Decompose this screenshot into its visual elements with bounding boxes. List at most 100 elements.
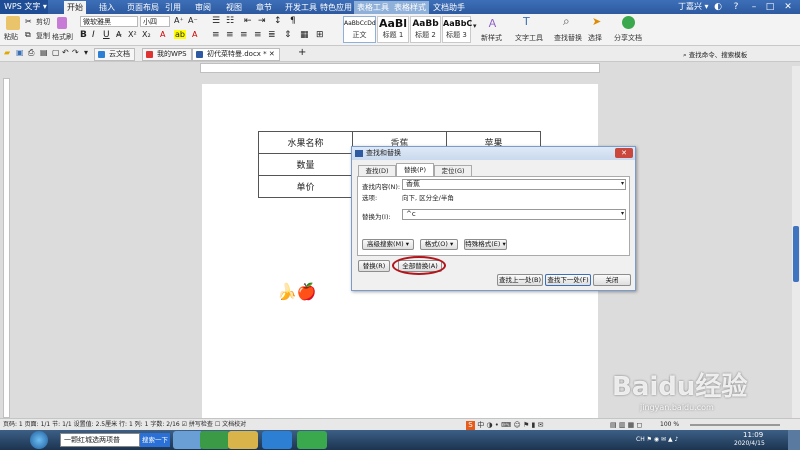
new-tab-icon[interactable]: +: [298, 47, 306, 58]
text-effect-icon[interactable]: A: [192, 30, 197, 39]
font-size-select[interactable]: 小四: [140, 16, 170, 27]
tab-chapter[interactable]: 章节: [253, 1, 275, 14]
grow-font-icon[interactable]: A⁺: [174, 16, 184, 25]
vertical-scrollbar[interactable]: [792, 66, 800, 418]
tab-table-style[interactable]: 表格样式: [391, 1, 429, 14]
italic-icon[interactable]: I: [92, 30, 95, 40]
input-method-toolbar[interactable]: S 中 ◑ • ⌨ ☺ ⚑ ▮ ✉: [466, 420, 586, 430]
tab-cloud-docs[interactable]: 云文档: [94, 48, 135, 61]
user-account[interactable]: 丁嘉兴 ▾: [678, 1, 709, 13]
tab-find[interactable]: 查找(D): [358, 165, 396, 176]
search-button[interactable]: 搜索一下: [140, 433, 170, 447]
shrink-font-icon[interactable]: A⁻: [188, 16, 198, 25]
show-desktop-button[interactable]: [788, 430, 800, 450]
open-icon[interactable]: ▰: [4, 48, 10, 57]
horizontal-ruler[interactable]: [200, 63, 600, 73]
justify-icon[interactable]: ≡: [254, 30, 262, 40]
replace-input[interactable]: ^c: [402, 209, 626, 220]
find-replace-icon[interactable]: ⌕: [563, 14, 570, 29]
undo-icon[interactable]: ↶: [62, 48, 69, 57]
dialog-close-icon[interactable]: ✕: [615, 148, 633, 158]
vertical-ruler[interactable]: [3, 78, 10, 418]
tab-features[interactable]: 特色应用: [317, 1, 355, 14]
line-spacing-icon[interactable]: ⇕: [284, 30, 292, 40]
zoom-slider[interactable]: [690, 424, 780, 426]
paste-icon[interactable]: [6, 16, 20, 30]
new-style-label[interactable]: 新样式: [481, 33, 502, 43]
command-search[interactable]: ⌕ 查找命令、搜索模板: [683, 49, 747, 60]
tab-goto[interactable]: 定位(G): [434, 165, 472, 176]
highlight-icon[interactable]: ab: [174, 30, 186, 39]
replace-button[interactable]: 替换(R): [358, 260, 390, 272]
find-next-button[interactable]: 查找下一处(F): [545, 274, 591, 286]
find-previous-button[interactable]: 查找上一处(B): [497, 274, 543, 286]
bold-icon[interactable]: B: [80, 30, 87, 40]
share-icon[interactable]: [622, 16, 635, 29]
styles-more-icon[interactable]: ▾: [473, 22, 477, 30]
sort-icon[interactable]: ↕: [274, 16, 282, 26]
find-input[interactable]: 香蕉: [402, 179, 626, 190]
skin-icon[interactable]: ◐: [712, 1, 724, 13]
taskbar-app-browser[interactable]: [173, 431, 203, 449]
copy-icon[interactable]: ⧉: [25, 30, 31, 40]
copy-label[interactable]: 复制: [36, 31, 50, 41]
shading-icon[interactable]: ▦: [300, 30, 309, 40]
qat-dropdown-icon[interactable]: ▾: [84, 48, 88, 57]
dialog-close-button[interactable]: 关闭: [593, 274, 631, 286]
tab-view[interactable]: 视图: [223, 1, 245, 14]
help-icon[interactable]: ?: [730, 1, 742, 13]
cut-icon[interactable]: ✂: [25, 17, 32, 26]
style-heading-2[interactable]: AaBb 标题 2: [410, 16, 441, 43]
tab-table-tools[interactable]: 表格工具: [354, 1, 392, 14]
format-painter-label[interactable]: 格式刷: [52, 32, 73, 42]
increase-indent-icon[interactable]: ⇥: [258, 16, 266, 26]
system-tray-icons[interactable]: CH ⚑ ◉ ✉ ▲ ♪: [636, 436, 678, 443]
subscript-icon[interactable]: X₂: [142, 30, 151, 39]
align-center-icon[interactable]: ≡: [226, 30, 234, 40]
numbering-icon[interactable]: ☷: [226, 16, 234, 26]
table-cell[interactable]: 数量: [258, 153, 353, 176]
align-left-icon[interactable]: ≡: [212, 30, 220, 40]
select-cursor-icon[interactable]: ➤: [592, 15, 601, 28]
font-color-icon[interactable]: A: [160, 30, 165, 39]
browser-address-box[interactable]: 一颗红城选两项普: [60, 433, 140, 447]
decrease-indent-icon[interactable]: ⇤: [244, 16, 252, 26]
table-cell[interactable]: 水果名称: [258, 131, 353, 154]
select-label[interactable]: 选择: [588, 33, 602, 43]
underline-icon[interactable]: U: [103, 30, 110, 40]
redo-icon[interactable]: ↷: [72, 48, 79, 57]
format-painter-icon[interactable]: [57, 17, 67, 29]
strikethrough-icon[interactable]: A̶: [116, 30, 121, 39]
taskbar-app-wps-writer[interactable]: [262, 431, 292, 449]
cut-label[interactable]: 剪切: [36, 17, 50, 27]
bullets-icon[interactable]: ☰: [212, 16, 220, 26]
borders-icon[interactable]: ⊞: [316, 30, 324, 40]
advanced-search-button[interactable]: 高级搜索(M) ▾: [362, 239, 414, 250]
taskbar-app-green[interactable]: [297, 431, 327, 449]
tab-replace[interactable]: 替换(P): [396, 163, 434, 177]
style-heading-1[interactable]: AaBl 标题 1: [377, 16, 409, 43]
text-tools-icon[interactable]: T: [523, 15, 530, 28]
tab-doc-assistant[interactable]: 文档助手: [430, 1, 468, 14]
style-normal[interactable]: AaBbCcDd 正文: [343, 16, 376, 43]
scrollbar-thumb[interactable]: [793, 226, 799, 282]
new-style-icon[interactable]: Ａ: [487, 15, 498, 31]
new-icon[interactable]: ▢: [52, 48, 60, 57]
share-label[interactable]: 分享文档: [614, 33, 642, 43]
minimize-icon[interactable]: –: [748, 1, 760, 13]
format-button[interactable]: 格式(O) ▾: [420, 239, 458, 250]
superscript-icon[interactable]: X²: [128, 30, 137, 39]
tab-references[interactable]: 引用: [162, 1, 184, 14]
dialog-title-bar[interactable]: 查找和替换: [352, 147, 635, 160]
taskbar-app-chrome[interactable]: [200, 431, 230, 449]
close-icon[interactable]: ✕: [782, 1, 794, 13]
print-icon[interactable]: ⎙: [28, 48, 34, 58]
taskbar-app-explorer[interactable]: [228, 431, 258, 449]
find-history-dropdown-icon[interactable]: ▾: [621, 179, 624, 189]
align-right-icon[interactable]: ≡: [240, 30, 248, 40]
font-name-select[interactable]: 微软雅黑: [80, 16, 138, 27]
style-heading-3[interactable]: AaBbC 标题 3: [442, 16, 472, 43]
tab-active-document[interactable]: 初代菜特曼.docx * ✕: [192, 48, 280, 61]
maximize-icon[interactable]: □: [764, 1, 776, 13]
tab-review[interactable]: 审阅: [192, 1, 214, 14]
